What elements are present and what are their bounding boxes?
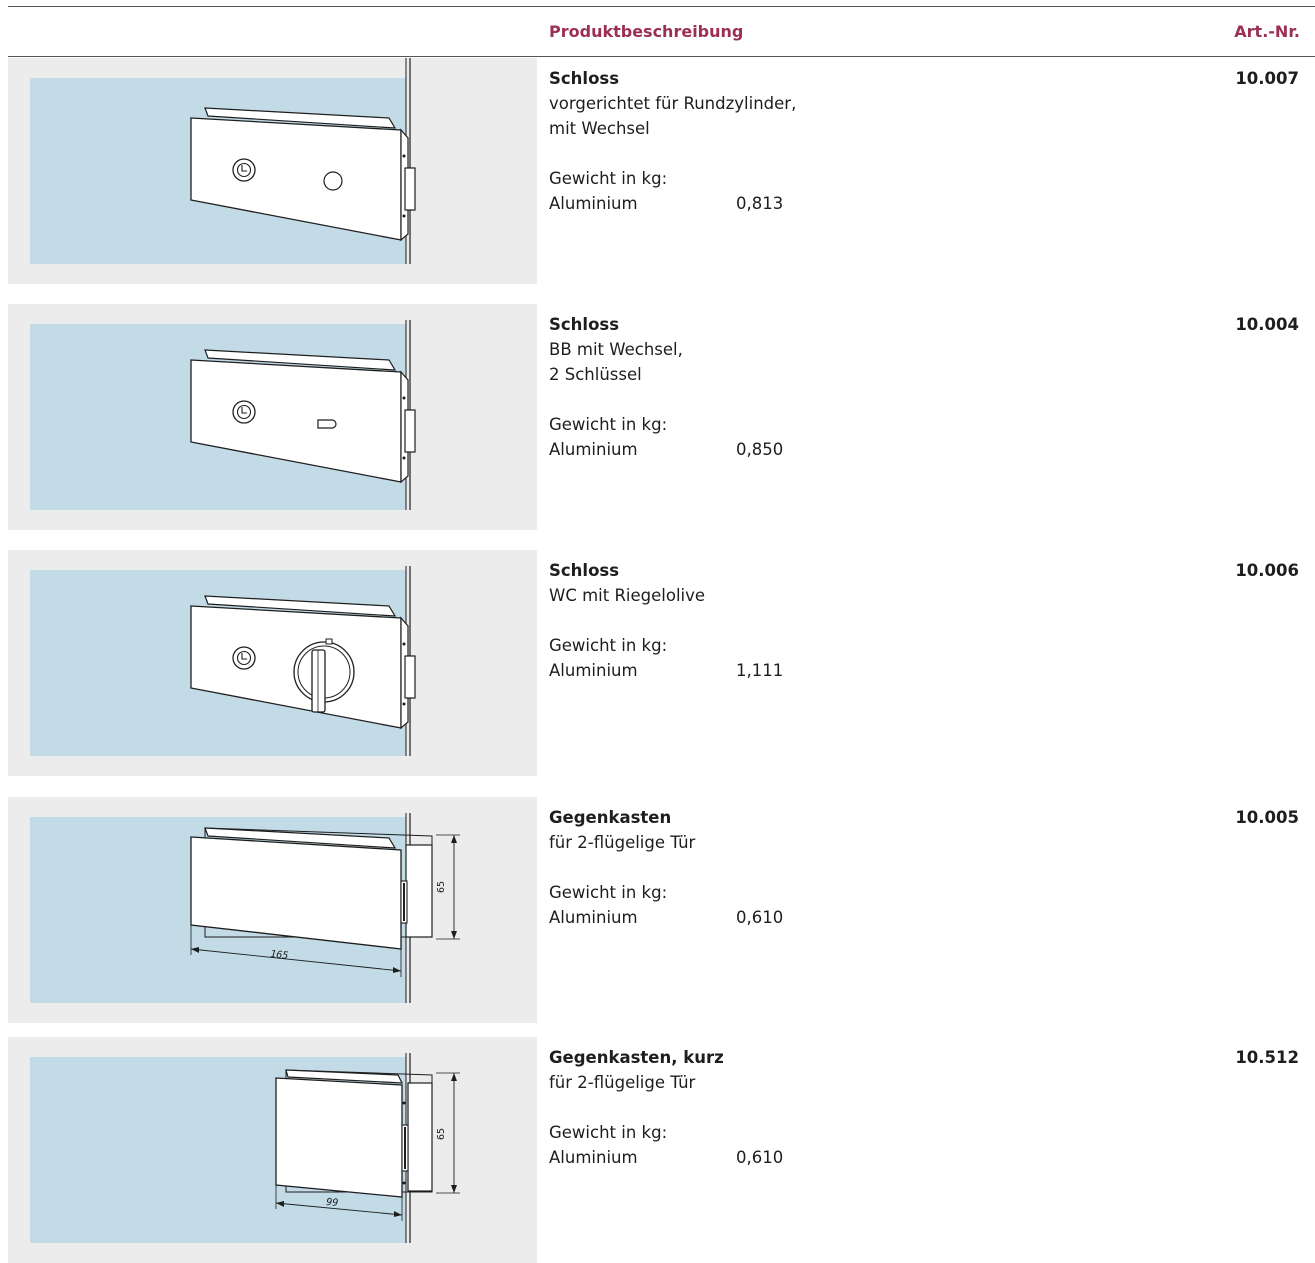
weight-row: Aluminium 0,850 <box>549 437 1149 462</box>
dimension-height-label: 65 <box>436 1128 447 1140</box>
lock-round-cylinder-illustration <box>30 58 416 264</box>
lock-wc-illustration <box>30 566 416 756</box>
product-desc-line: vorgerichtet für Rundzylinder, <box>549 94 797 113</box>
top-rule <box>8 6 1315 7</box>
product-image: 65 99 <box>8 1037 537 1263</box>
weight-value: 0,610 <box>736 908 784 927</box>
weight-label: Gewicht in kg: <box>549 636 668 655</box>
weight-value: 0,850 <box>736 440 784 459</box>
product-info: Gegenkasten, kurz für 2-flügelige Tür Ge… <box>549 1045 1149 1170</box>
product-row: 65 99 Gegenkasten, kurz für 2-flügelige … <box>8 1037 1315 1263</box>
column-header-article-number: Art.-Nr. <box>1234 22 1300 41</box>
article-number: 10.005 <box>1235 808 1299 827</box>
weight-label: Gewicht in kg: <box>549 169 668 188</box>
product-info: Gegenkasten für 2-flügelige Tür Gewicht … <box>549 805 1149 930</box>
material: Aluminium <box>549 661 638 680</box>
weight-row: Aluminium 0,813 <box>549 191 1149 216</box>
weight-row: Aluminium 1,111 <box>549 658 1149 683</box>
strike-box-short-illustration: 65 99 <box>30 1053 460 1243</box>
weight-label: Gewicht in kg: <box>549 1123 668 1142</box>
product-name: Schloss <box>549 69 620 88</box>
dimension-height-label: 65 <box>436 881 447 893</box>
product-desc-line: für 2-flügelige Tür <box>549 1073 696 1092</box>
dimension-width-label: 99 <box>326 1197 339 1209</box>
product-row: Schloss WC mit Riegelolive Gewicht in kg… <box>8 550 1315 776</box>
lock-bb-illustration <box>30 320 416 510</box>
material: Aluminium <box>549 440 638 459</box>
product-image <box>8 304 537 530</box>
product-row: Schloss vorgerichtet für Rundzylinder, m… <box>8 58 1315 284</box>
product-image <box>8 58 537 284</box>
material: Aluminium <box>549 1148 638 1167</box>
product-row: 65 165 Gegenkasten für 2-flügelige Tür G… <box>8 797 1315 1023</box>
weight-label: Gewicht in kg: <box>549 883 668 902</box>
product-image: 65 165 <box>8 797 537 1023</box>
dimension-width-label: 165 <box>270 949 289 962</box>
product-image <box>8 550 537 776</box>
weight-value: 1,111 <box>736 661 784 680</box>
weight-value: 0,813 <box>736 194 784 213</box>
product-desc-line: 2 Schlüssel <box>549 365 642 384</box>
product-info: Schloss WC mit Riegelolive Gewicht in kg… <box>549 558 1149 683</box>
material: Aluminium <box>549 194 638 213</box>
weight-value: 0,610 <box>736 1148 784 1167</box>
product-name: Gegenkasten, kurz <box>549 1048 724 1067</box>
product-name: Schloss <box>549 561 620 580</box>
strike-box-illustration: 65 165 <box>30 813 460 1003</box>
article-number: 10.006 <box>1235 561 1299 580</box>
material: Aluminium <box>549 908 638 927</box>
weight-row: Aluminium 0,610 <box>549 905 1149 930</box>
product-info: Schloss BB mit Wechsel, 2 Schlüssel Gewi… <box>549 312 1149 462</box>
product-name: Schloss <box>549 315 620 334</box>
weight-label: Gewicht in kg: <box>549 415 668 434</box>
weight-row: Aluminium 0,610 <box>549 1145 1149 1170</box>
header-rule <box>8 56 1315 57</box>
product-row: Schloss BB mit Wechsel, 2 Schlüssel Gewi… <box>8 304 1315 530</box>
product-desc-line: mit Wechsel <box>549 119 650 138</box>
product-desc-line: für 2-flügelige Tür <box>549 833 696 852</box>
product-info: Schloss vorgerichtet für Rundzylinder, m… <box>549 66 1149 216</box>
product-name: Gegenkasten <box>549 808 672 827</box>
column-header-description: Produktbeschreibung <box>549 22 744 41</box>
product-desc-line: WC mit Riegelolive <box>549 586 706 605</box>
article-number: 10.004 <box>1235 315 1299 334</box>
article-number: 10.007 <box>1235 69 1299 88</box>
product-desc-line: BB mit Wechsel, <box>549 340 683 359</box>
article-number: 10.512 <box>1235 1048 1299 1067</box>
